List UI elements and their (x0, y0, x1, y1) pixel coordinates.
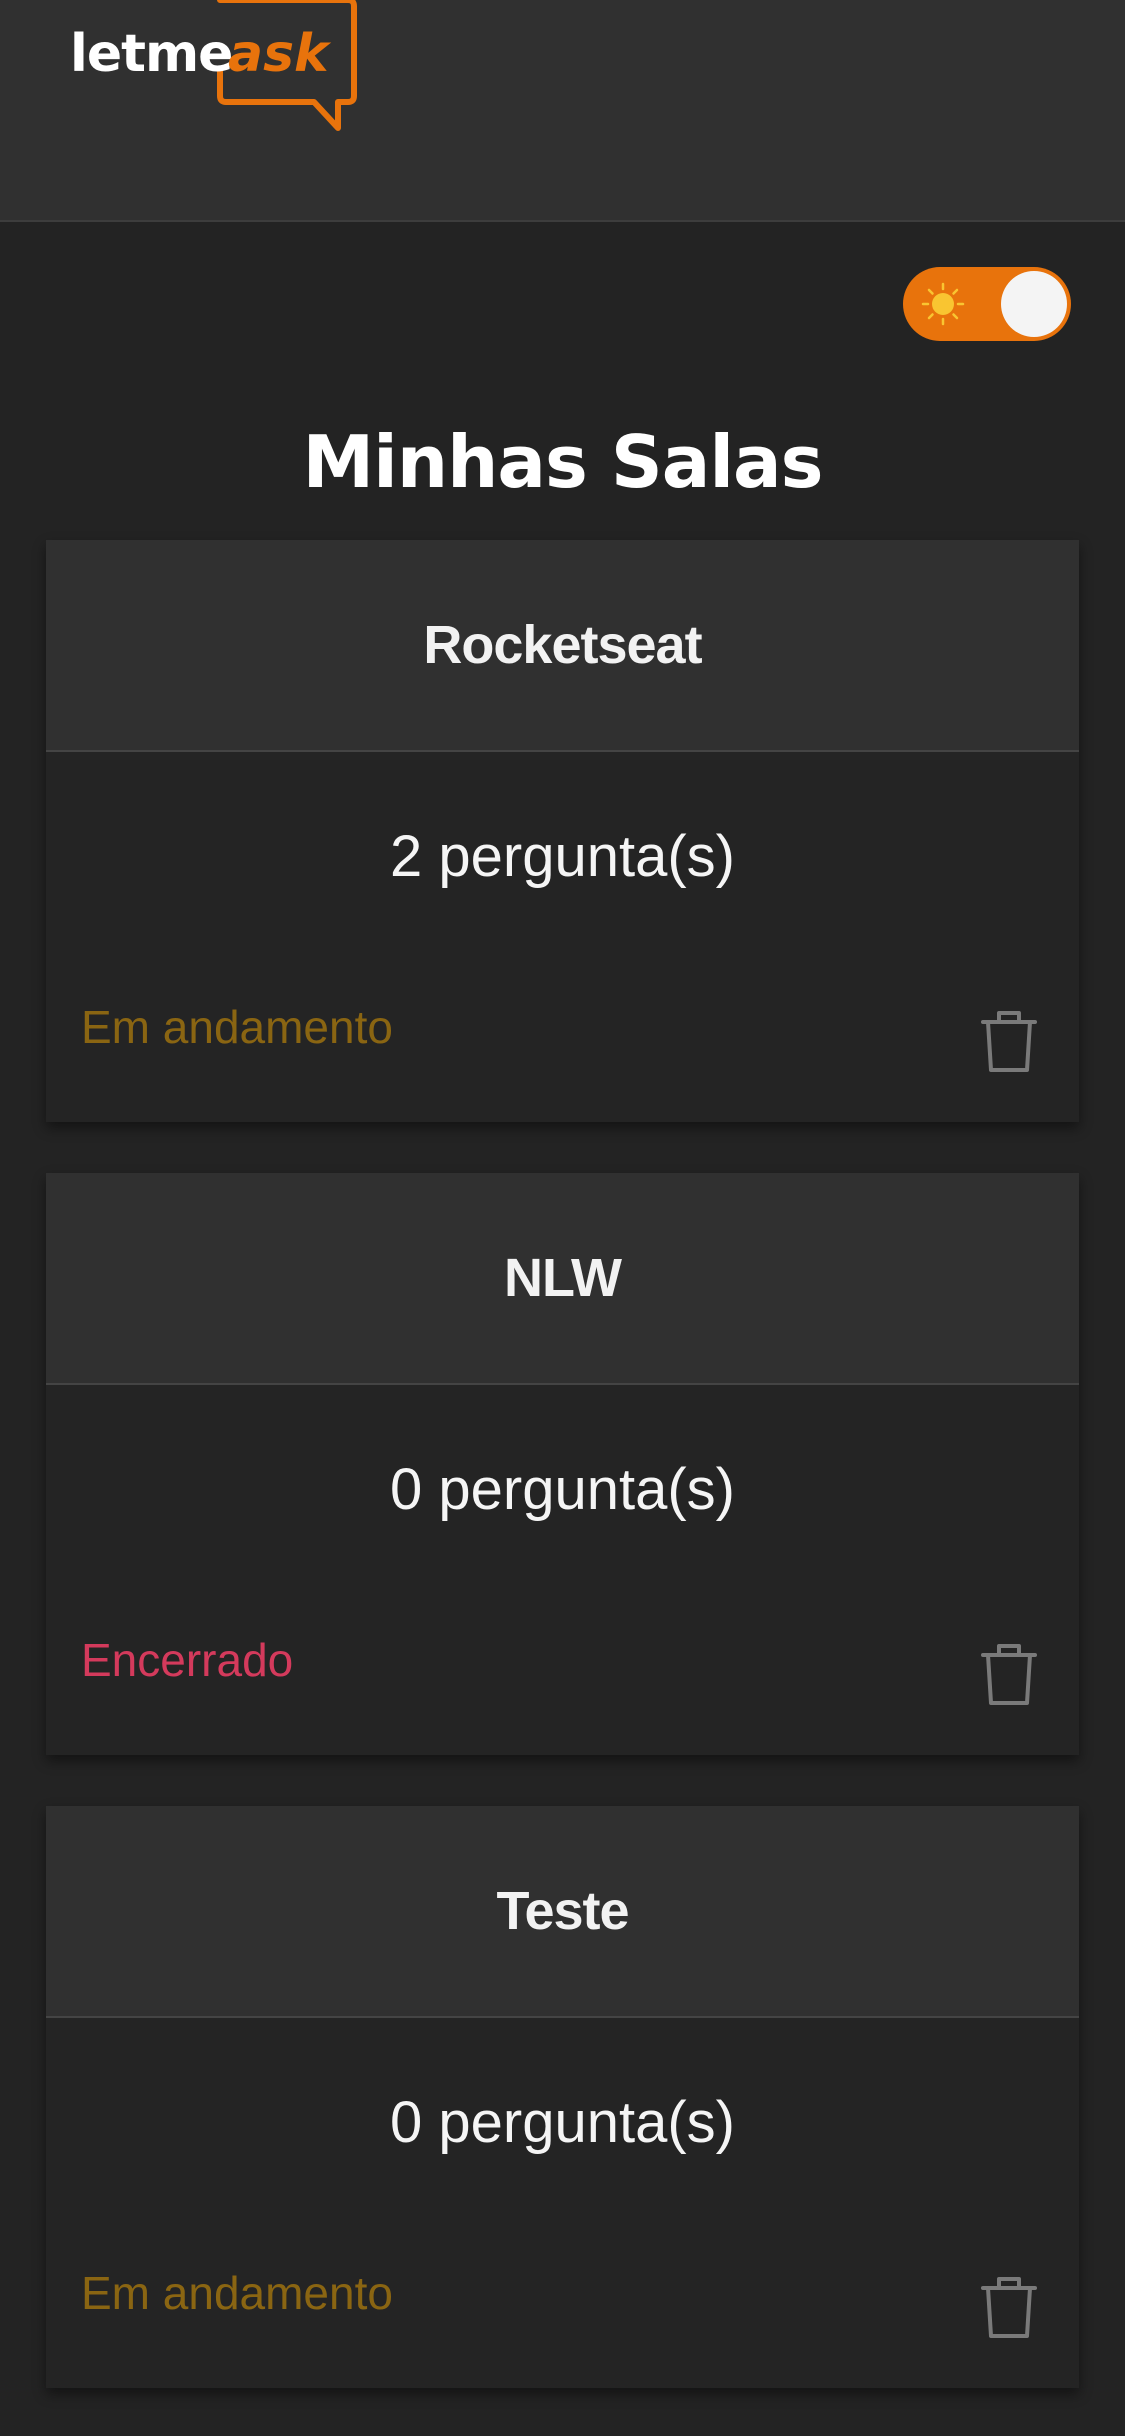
room-question-count: 2 pergunta(s) (390, 824, 735, 889)
room-card[interactable]: Rocketseat 2 pergunta(s) Em andamento (46, 540, 1079, 1122)
room-status: Encerrado (81, 1634, 294, 1686)
sun-icon (921, 282, 965, 326)
room-card-header: Teste (46, 1806, 1079, 2018)
room-name: Rocketseat (423, 615, 702, 675)
room-card[interactable]: Teste 0 pergunta(s) Em andamento (46, 1806, 1079, 2388)
room-name: Teste (496, 1881, 629, 1941)
room-question-count: 0 pergunta(s) (390, 2090, 735, 2155)
page-title: Minhas Salas (302, 420, 824, 505)
logo-text-primary: letme (70, 24, 233, 84)
top-header: letme ask (0, 0, 1125, 222)
room-card-header: Rocketseat (46, 540, 1079, 752)
trash-icon[interactable] (979, 1641, 1039, 1707)
theme-toggle[interactable] (903, 267, 1071, 341)
app-logo[interactable]: letme ask (70, 0, 360, 140)
toggle-knob (1001, 271, 1067, 337)
room-card[interactable]: NLW 0 pergunta(s) Encerrado (46, 1173, 1079, 1755)
room-name: NLW (504, 1248, 622, 1308)
room-status: Em andamento (81, 1001, 393, 1053)
app-root: letme ask Minhas Salas Rocketseat 2 perg… (0, 0, 1125, 2436)
room-status: Em andamento (81, 2267, 393, 2319)
trash-icon[interactable] (979, 1008, 1039, 1074)
trash-icon[interactable] (979, 2274, 1039, 2340)
logo-text-accent: ask (228, 24, 329, 84)
room-question-count: 0 pergunta(s) (390, 1457, 735, 1522)
room-card-header: NLW (46, 1173, 1079, 1385)
